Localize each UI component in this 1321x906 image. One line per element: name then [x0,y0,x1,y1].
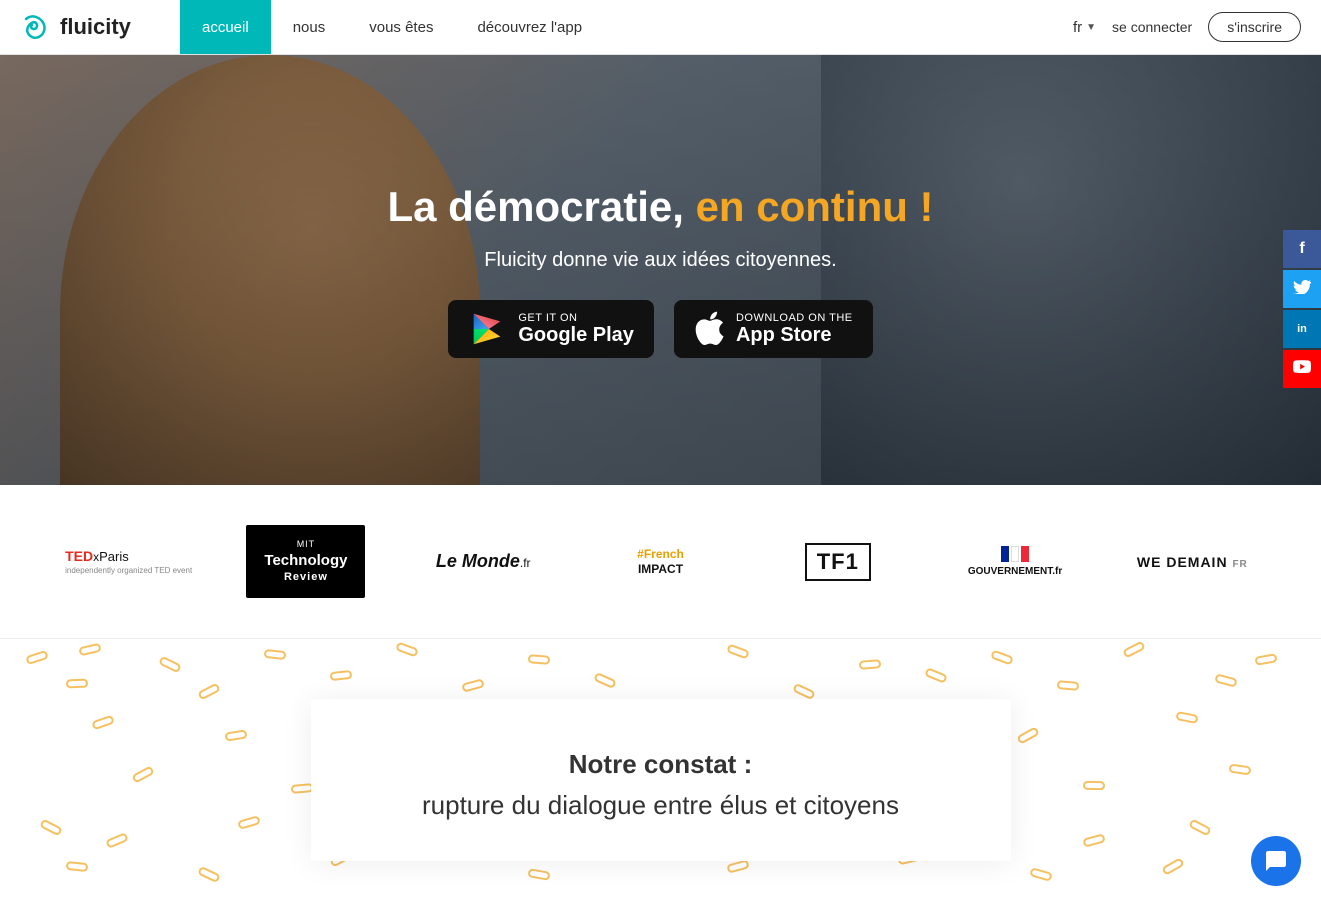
decorative-pill [594,672,618,689]
register-button[interactable]: s'inscrire [1208,12,1301,42]
tf1-logo-text: TF1 [805,543,871,581]
mit-box: MIT Technology Review [246,525,365,598]
app-store-text: Download on the App Store [736,312,853,346]
decorative-pill [158,656,182,674]
wedemain-logo-text: WE DEMAIN FR [1137,554,1248,570]
decorative-pill [66,678,88,688]
apple-icon [694,311,724,347]
chat-bubble-button[interactable] [1251,836,1301,886]
lang-label: fr [1073,19,1082,36]
hero-buttons: GET IT ON Google Play Download on the Ap… [448,300,872,358]
decorative-pill [395,641,419,657]
decorative-pill [924,667,948,684]
decorative-pill [462,679,486,693]
decorative-pill [1122,640,1146,658]
decorative-pill [726,859,750,873]
press-logo-tf1: TF1 [749,533,926,591]
decorative-pill [792,682,816,699]
section-subtitle: rupture du dialogue entre élus et citoye… [371,790,951,821]
hero-title-part1: La démocratie, [387,183,695,230]
decorative-pill [330,670,353,681]
google-play-button[interactable]: GET IT ON Google Play [448,300,654,358]
decorative-pill [726,644,750,660]
decorative-pill [66,861,89,872]
hero-content: La démocratie, en continu ! Fluicity don… [0,55,1321,485]
bottom-content-box: Notre constat : rupture du dialogue entr… [311,699,1011,861]
decorative-pill [26,649,50,664]
google-play-top: GET IT ON [518,312,577,324]
press-logo-frenchimpact: #French IMPACT [572,537,749,586]
linkedin-icon: in [1297,323,1307,335]
nav-right: fr ▼ se connecter s'inscrire [1073,12,1321,42]
decorative-pill [1228,764,1251,776]
nav-link-accueil[interactable]: accueil [180,0,271,54]
nav-link-vous-etes[interactable]: vous êtes [347,0,455,54]
decorative-pill [224,730,247,742]
lemonde-logo-text: Le Monde.fr [436,551,531,572]
logo-text: fluicity [60,14,131,40]
decorative-pill [528,654,551,665]
decorative-pill [1162,857,1186,876]
pills-section: Notre constat : rupture du dialogue entr… [0,639,1321,901]
decorative-pill [1254,653,1277,666]
social-sidebar: f in [1283,230,1321,388]
linkedin-button[interactable]: in [1283,310,1321,348]
twitter-button[interactable] [1283,270,1321,308]
youtube-button[interactable] [1283,350,1321,388]
logo-area: fluicity [0,11,180,43]
decorative-pill [131,766,155,784]
press-logo-wedemain: WE DEMAIN FR [1104,544,1281,580]
decorative-pill [92,715,116,731]
decorative-pill [1175,711,1198,724]
facebook-button[interactable]: f [1283,230,1321,268]
press-logos-bar: TEDxParis independently organized TED ev… [0,485,1321,639]
decorative-pill [1188,818,1212,836]
nav-link-nous[interactable]: nous [271,0,348,54]
nav-links: accueil nous vous êtes découvrez l'app [180,0,604,54]
google-play-icon [468,310,506,348]
press-logo-tedx: TEDxParis independently organized TED ev… [40,538,217,585]
lang-selector[interactable]: fr ▼ [1073,19,1096,36]
lang-arrow: ▼ [1086,22,1096,33]
gouvernement-logo-text: GOUVERNEMENT.fr [968,566,1062,577]
decorative-pill [858,660,881,671]
decorative-pill [1016,726,1040,745]
decorative-pill [197,866,221,883]
navbar: fluicity accueil nous vous êtes découvre… [0,0,1321,55]
section-title: Notre constat : [371,749,951,780]
youtube-icon [1293,360,1311,379]
decorative-pill [1215,673,1239,687]
app-store-bottom: App Store [736,324,832,346]
app-store-top: Download on the [736,312,853,324]
google-play-text: GET IT ON Google Play [518,312,634,346]
decorative-pill [264,649,287,660]
facebook-icon: f [1299,240,1304,258]
twitter-icon [1293,280,1311,299]
decorative-pill [990,649,1014,665]
decorative-pill [237,815,261,830]
decorative-pill [1083,781,1105,790]
decorative-pill [79,642,102,656]
hero-section: La démocratie, en continu ! Fluicity don… [0,55,1321,485]
decorative-pill [528,868,551,881]
decorative-pill [105,832,129,849]
chat-icon [1264,849,1288,873]
google-play-bottom: Google Play [518,324,634,346]
press-logo-mit: MIT Technology Review [217,515,394,608]
connect-button[interactable]: se connecter [1112,19,1192,35]
tedx-logo-text: TEDxParis independently organized TED ev… [65,548,192,575]
press-logo-lemonde: Le Monde.fr [395,541,572,582]
decorative-pill [1082,833,1106,847]
hero-title: La démocratie, en continu ! [387,183,933,231]
decorative-pill [39,818,63,836]
hero-title-highlight: en continu ! [696,183,934,230]
decorative-pill [1056,680,1079,691]
decorative-pill [1030,867,1054,882]
decorative-pill [197,682,221,700]
press-logo-gouvernement: GOUVERNEMENT.fr [926,536,1103,587]
app-store-button[interactable]: Download on the App Store [674,300,873,358]
fluicity-logo-icon [20,11,52,43]
nav-link-decouvrez[interactable]: découvrez l'app [455,0,604,54]
hero-subtitle: Fluicity donne vie aux idées citoyennes. [484,249,836,272]
